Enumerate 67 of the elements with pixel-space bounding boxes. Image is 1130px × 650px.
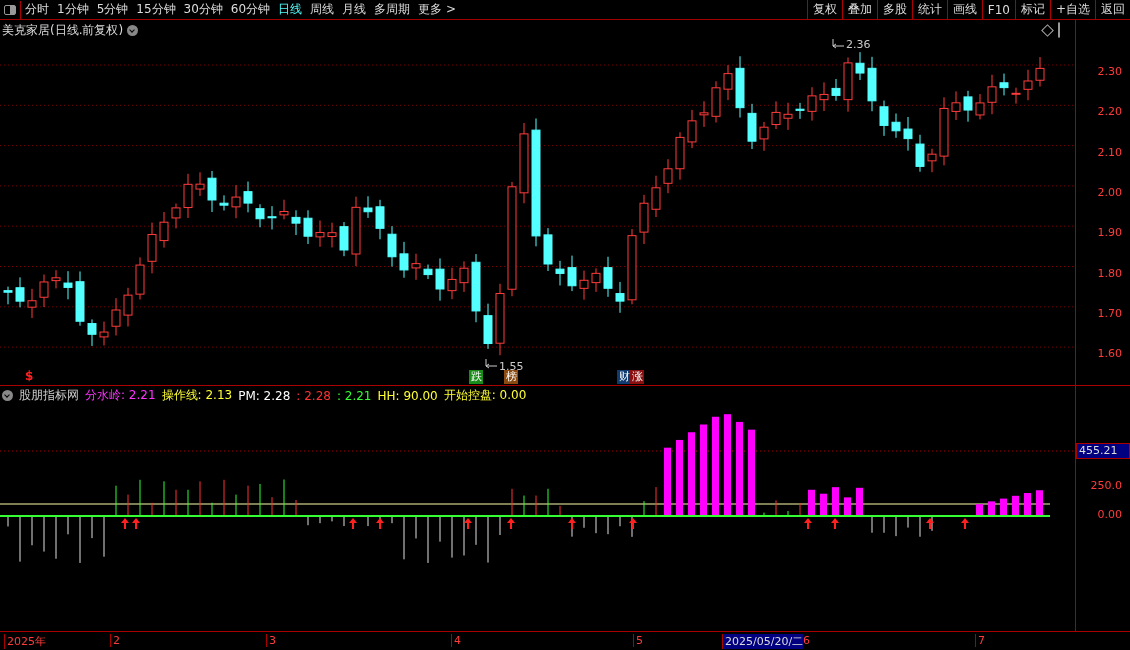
price-axis-label: 2.10 [1097, 145, 1122, 160]
up-arrow-icon [121, 518, 129, 529]
period-tab[interactable]: 15分钟 [132, 1, 180, 18]
event-badge[interactable]: 跌 [469, 370, 483, 384]
up-arrow-icon [629, 518, 637, 529]
price-axis-label: 1.60 [1097, 347, 1122, 362]
price-axis-label: 2.30 [1097, 65, 1122, 79]
period-tab[interactable]: 5分钟 [92, 1, 133, 18]
toolbar-button[interactable]: 统计 [911, 0, 947, 19]
date-axis-label: 7 [975, 634, 985, 647]
indicator-legend-item: PM: 2.28 [238, 388, 291, 403]
price-axis-label: 1.70 [1097, 306, 1122, 321]
signal-marker: $ [25, 369, 34, 383]
up-arrow-icon [831, 518, 839, 529]
period-tab[interactable]: 周线 [306, 1, 339, 18]
period-tab[interactable]: 日线 [274, 1, 307, 18]
up-arrow-icon [349, 518, 357, 529]
event-badge[interactable]: 涨 [630, 370, 644, 384]
period-tab[interactable]: 多周期 [370, 1, 415, 18]
up-arrow-icon [568, 518, 576, 529]
price-axis-label: 1.90 [1097, 226, 1122, 241]
chart-title: 美克家居(日线.前复权) [2, 22, 124, 39]
period-tab[interactable]: 1分钟 [53, 1, 93, 18]
toolbar-button[interactable]: F10 [981, 0, 1015, 19]
up-arrow-icon [132, 518, 140, 529]
indicator-axis-label: 250.0 [1090, 479, 1122, 493]
period-tab[interactable]: 30分钟 [179, 1, 227, 18]
toolbar-button[interactable]: 标记 [1014, 0, 1050, 19]
indicator-legend-item: HH: 90.00 [377, 388, 438, 403]
up-arrow-icon [926, 518, 934, 529]
indicator-axis-label: 0.00 [1097, 508, 1122, 522]
date-axis-label: 3 [266, 634, 276, 647]
period-tab[interactable]: 60分钟 [226, 1, 275, 18]
up-arrow-icon [464, 518, 472, 529]
date-axis-label: 2025年 [4, 634, 46, 649]
up-arrow-icon [804, 518, 812, 529]
toolbar-button[interactable]: 叠加 [841, 0, 877, 19]
indicator-name: 股朋指标网 [19, 387, 79, 404]
indicator-legend-item: : 2.21 [336, 388, 372, 403]
period-tab[interactable]: 分时 [21, 1, 53, 18]
indicator-legend-item: 分水岭: 2.21 [85, 387, 156, 404]
date-axis-label: 4 [451, 634, 461, 647]
price-axis-label: 2.00 [1097, 185, 1122, 200]
date-axis-label: 5 [633, 634, 643, 647]
cursor-value-label: 455.21 [1076, 443, 1130, 459]
cursor-date-label: 2025/05/20/二 [722, 634, 804, 649]
price-axis-label: 2.20 [1097, 105, 1122, 120]
up-arrow-icon [961, 518, 969, 529]
date-axis-label: 2 [110, 634, 120, 647]
toolbar-button[interactable]: +自选 [1049, 0, 1095, 19]
indicator-legend-item: : 2.28 [296, 388, 331, 403]
event-badge[interactable]: 榜 [504, 370, 518, 384]
period-tab[interactable]: 更多 > [414, 1, 460, 18]
dropdown-icon[interactable] [127, 25, 139, 36]
dropdown-icon[interactable] [2, 390, 13, 401]
toolbar-button[interactable]: 复权 [806, 0, 842, 19]
toolbar-button[interactable]: 多股 [876, 0, 912, 19]
price-axis-label: 1.80 [1097, 266, 1122, 281]
up-arrow-icon [376, 518, 384, 529]
period-tab[interactable]: 月线 [338, 1, 371, 18]
high-price-label: 2.36 [846, 38, 871, 51]
indicator-legend-item: 操作线: 2.13 [161, 387, 233, 404]
toolbar-button[interactable]: 画线 [946, 0, 982, 19]
toolbar-button[interactable]: 返回 [1095, 0, 1130, 19]
up-arrow-icon [507, 518, 515, 529]
event-badge[interactable]: 财 [617, 370, 631, 384]
indicator-legend-item: 开始控盘: 0.00 [443, 387, 527, 404]
